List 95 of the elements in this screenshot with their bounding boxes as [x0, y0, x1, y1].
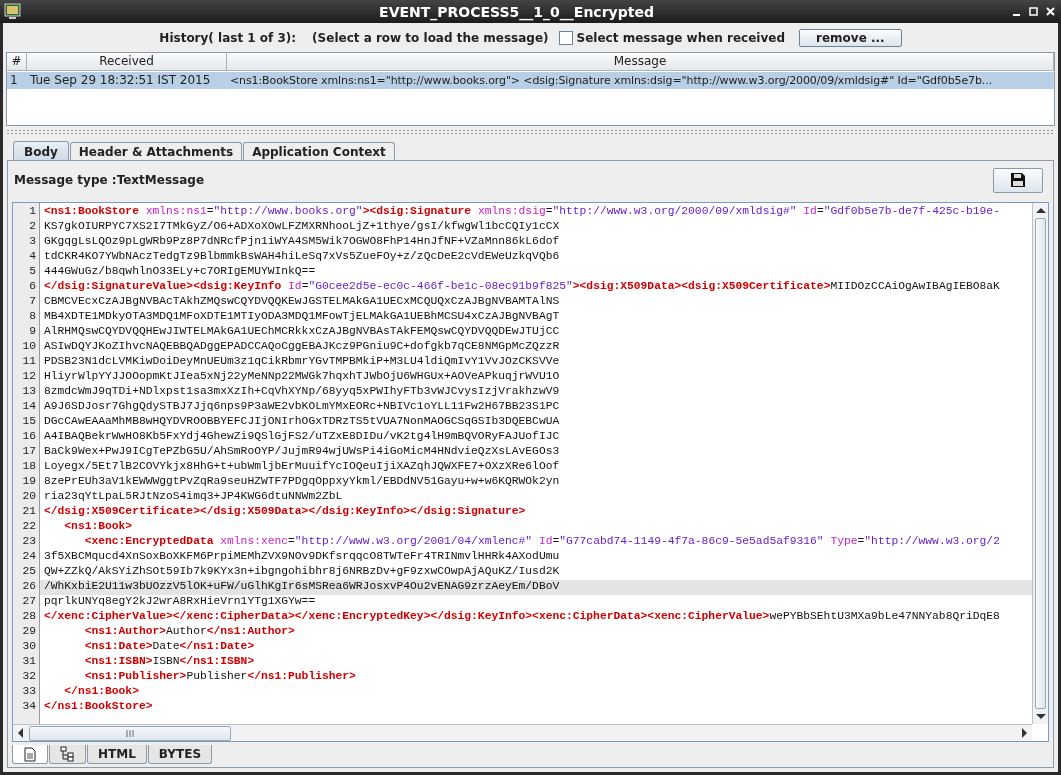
- code-line: CBMCVEcxCzAJBgNVBAcTAkhZMQswCQYDVQQKEwJGSTELMAkGA1UECxMCQUQxCzAJBgNVBAMTAlNS: [43, 295, 561, 309]
- code-line: </ns1:Book>: [63, 685, 140, 699]
- table-cell[interactable]: <ns1:BookStore xmlns:ns1="http://www.books.org"> <dsig:Signature xmlns:dsig="http://www.w3.org/2000/09/xmldsig#" Id="Gdf0b5e7b...: [227, 72, 1054, 89]
- code-line: </ns1:BookStore>: [43, 700, 154, 714]
- vertical-scrollbar[interactable]: [1032, 203, 1048, 724]
- line-number: 34: [21, 700, 37, 714]
- history-label: History( last 1 of 3):: [159, 31, 297, 45]
- line-number: 23: [21, 535, 37, 549]
- tab[interactable]: Application Context: [243, 142, 395, 160]
- code-line: 3f5XBCMqucd4XnSoxBoXKFM6PrpiMEMhZVX9NOv9DKfsrqqcO8TWTeFr4TRINmvlHHRk4AXodUmu: [43, 550, 561, 564]
- line-number: 14: [21, 400, 37, 414]
- code-line: <ns1:ISBN>ISBN</ns1:ISBN>: [83, 655, 256, 669]
- code-line: 8zePrEUh3aV1kEWWWggtPvZqRa9seuHZWTF7PDgqOppxyYkml/EBDdNV51Gayu+w+w6KQRWOk2yn: [43, 475, 561, 489]
- line-number: 15: [21, 415, 37, 429]
- line-number: 22: [21, 520, 37, 534]
- line-number: 3: [28, 235, 37, 249]
- maximize-icon[interactable]: [1029, 7, 1038, 16]
- close-icon[interactable]: [1046, 7, 1055, 16]
- remove-button[interactable]: remove ...: [799, 29, 902, 47]
- line-number: 10: [21, 340, 37, 354]
- line-number: 16: [21, 430, 37, 444]
- table-cell[interactable]: 1: [7, 72, 27, 89]
- line-number: 2: [28, 220, 37, 234]
- code-line: </xenc:CipherValue></xenc:CipherData></xenc:EncryptedKey></dsig:KeyInfo><xenc:CipherData><xenc:CipherValue>wePYBbSEhtU3MXa9bLe47NNYab8QriDqE8: [43, 610, 1001, 624]
- code-line: Loyegx/5Et7lB2COVYkjx8HhG+t+ubWmljbErMuuifYcIOQeuIjiXAZqhJQWXFE7+OXzXRe6lOof: [43, 460, 561, 474]
- line-number: 24: [21, 550, 37, 564]
- checkbox[interactable]: [558, 31, 573, 45]
- code-line: <ns1:Book>: [63, 520, 134, 534]
- code-line: QW+ZZkQ/AkSYiZhSOt59Ib7k9KYx3n+ibgngohibhr8j6NRBzDv+gF9zxwCOwpAjAQuKZ/Iusd2K: [43, 565, 561, 579]
- app-icon: [4, 3, 21, 20]
- line-number: 26: [21, 580, 37, 594]
- line-number: 9: [28, 325, 37, 339]
- code-line: </dsig:X509Certificate></dsig:X509Data></dsig:KeyInfo></dsig:Signature>: [43, 505, 527, 519]
- code-line: <ns1:BookStore xmlns:ns1="http://www.books.org"><dsig:Signature xmlns:dsig="http://www.w3.org/2000/09/xmldsig#" Id="Gdf0b5e7b-de7f-425c-b19e-: [43, 205, 1001, 219]
- tab[interactable]: HTML: [87, 745, 147, 764]
- line-number: 11: [21, 355, 37, 369]
- column-header[interactable]: #: [7, 53, 27, 71]
- code-line: <ns1:Publisher>Publisher</ns1:Publisher>: [83, 670, 357, 684]
- line-number: 18: [21, 460, 37, 474]
- line-number: 27: [21, 595, 37, 609]
- history-hint: (Select a row to load the message): [312, 31, 549, 45]
- column-header[interactable]: Received: [27, 53, 227, 71]
- window-title: EVENT_PROCESS5__1_0__Encrypted: [378, 3, 655, 20]
- line-number: 17: [21, 445, 37, 459]
- line-number: 31: [21, 655, 37, 669]
- code-line: ASIwDQYJKoZIhvcNAQEBBQADggEPADCCAQoCggEBAJKcz9PGniu9C+dofgkb7qCE8NMGpMcZQzzR: [43, 340, 561, 354]
- line-number: 5: [28, 265, 37, 279]
- message-type-label: Message type :TextMessage: [14, 173, 205, 187]
- code-line: HliyrWlpYYJJOOopmKtJIea5xNj22yMeNNp22MWGk7hqxhTJWbOjU6WHGUx+AOVeAPkuqjrWVU1O: [43, 370, 561, 384]
- code-line: <ns1:Author>Author</ns1:Author>: [83, 625, 296, 639]
- column-header[interactable]: Message: [227, 53, 1054, 71]
- tab[interactable]: [49, 745, 86, 764]
- code-line: DGcCAwEAAaMhMB8wHQYDVROOBBYEFCJIjONIrhOGxTDRzTS5tVUA7NonMAOGCSqGSIb3DQEBCwUA: [43, 415, 561, 429]
- tree-icon: [60, 746, 75, 762]
- line-number: 13: [21, 385, 37, 399]
- code-line: <ns1:Date>Date</ns1:Date>: [83, 640, 256, 654]
- code-line: 8zmdcWmJ9qTDi+NDlxpst1sa3mxXzIh+CqVhXYNp/68yyq5xPWIhyFTb3vWJCvysIzjVrakhzwV9: [43, 385, 561, 399]
- code-line: 444GWuGz/b8qwhlnO33ELy+c7ORIgEMUYWInkQ==: [43, 265, 317, 279]
- code-line: GKgqgLsLQOz9pLgWRb9Pz8P7dNRcfPjn1iWYA4SM5Wik7OGWO8FhP14HnJfNF+VZaMnn86kL6dof: [43, 235, 561, 249]
- line-number: 32: [21, 670, 37, 684]
- tab[interactable]: Body: [13, 141, 69, 160]
- save-button[interactable]: [993, 167, 1043, 193]
- line-number: 30: [21, 640, 37, 654]
- line-number: 28: [21, 610, 37, 624]
- code-line: tdCKR4KO7YWbNAczTedgTz9BlbmmkBsWAH4hiLeSq7xVs5ZueFOy+z/zQcDeE2cVdEWeUzkqVQb6: [43, 250, 561, 264]
- horizontal-scrollbar[interactable]: [13, 724, 1032, 741]
- line-number: 8: [28, 310, 37, 324]
- line-number: 7: [28, 295, 37, 309]
- code-line: <xenc:EncryptedData xmlns:xenc="http://www.w3.org/2001/04/xmlenc#" Id="G77cabd74-1149-4f7a-86c9-5e5ad5af9316" Type="http://www.w3.org/2: [83, 535, 1001, 549]
- line-number: 1: [28, 205, 37, 219]
- tab[interactable]: BYTES: [147, 745, 213, 764]
- code-line: AlRHMQswCQYDVQQHEwJIWTELMAkGA1UEChMCRkkxCzAJBgNVBAsTAkFEMQswCQYDVQQDEwJTUjCC: [43, 325, 561, 339]
- code-line: </dsig:SignatureValue><dsig:KeyInfo Id="G0cee2d5e-ec0c-466f-be1c-08ec91b9f825"><dsig:X509Data><dsig:X509Certificate>MIIDOzCCAiOgAwIBAgIEBO8aK: [43, 280, 1001, 294]
- grip-icon: [126, 727, 134, 739]
- code-line: BaCk9Wex+PwJ9ICgTePZbG5U/AhSmRoOYP/JujmR94wjUWsPi4iGoMicM4HNdvieQzXsLAvEGOs3: [43, 445, 561, 459]
- line-number: 4: [28, 250, 37, 264]
- document-icon: [23, 746, 37, 762]
- line-number: 12: [21, 370, 37, 384]
- line-number: 20: [21, 490, 37, 504]
- code-line: pqrlkUNYq8egY2kJ2wrA8RxHieVrn1YTg1XGYw==: [43, 595, 317, 609]
- code-line: A4IBAQBekrWwHO8Kb5FxYdj4GhewZi9QSlGjFS2/uTZxE8DIDu/vK2tg4lH9mBQVORyFAJUofIJC: [43, 430, 561, 444]
- code-line: KS7gkOIURPYC7XS2I7TMkGyZ/O6+ADXoXOwLFZMXRNhooLjZ+1thye/gsI/kfwgWl1bcCQIy1cCX: [43, 220, 561, 234]
- line-number: 33: [21, 685, 37, 699]
- code-line: ria23qYtLpaL5RJtNzoS4imq3+JP4KWG6dtuNNWm2ZbL: [43, 490, 344, 504]
- line-number: 21: [21, 505, 37, 519]
- code-line: A9J6SDJosr7GhgQdySTBJ7Jjq6nps9P3aWE2vbKOLmYMxEORc+NBIVc1oYLL11Fw2H67BB23S1PC: [43, 400, 561, 414]
- line-number: 29: [21, 625, 37, 639]
- line-number: 25: [21, 565, 37, 579]
- checkbox-label[interactable]: Select message when received: [576, 31, 786, 45]
- table-cell[interactable]: Tue Sep 29 18:32:51 IST 2015: [27, 72, 227, 89]
- tab[interactable]: Header & Attachments: [69, 142, 243, 160]
- line-number: 19: [21, 475, 37, 489]
- code-line: PDSB23N1dcLVMKiwDoiDeyMnUEUm3z1qCikRbmrYGvTMPBMkiP+M3LU4ldiQmIvY1VvJOzCKSVVe: [43, 355, 561, 369]
- line-number: 6: [28, 280, 37, 294]
- code-line: MB4XDTE1MDkyOTA3MDQ1MFoXDTE1MTIyODA3MDQ1MFowTjELMAkGA1UEBhMCSU4xCzAJBgNVBAgT: [43, 310, 561, 324]
